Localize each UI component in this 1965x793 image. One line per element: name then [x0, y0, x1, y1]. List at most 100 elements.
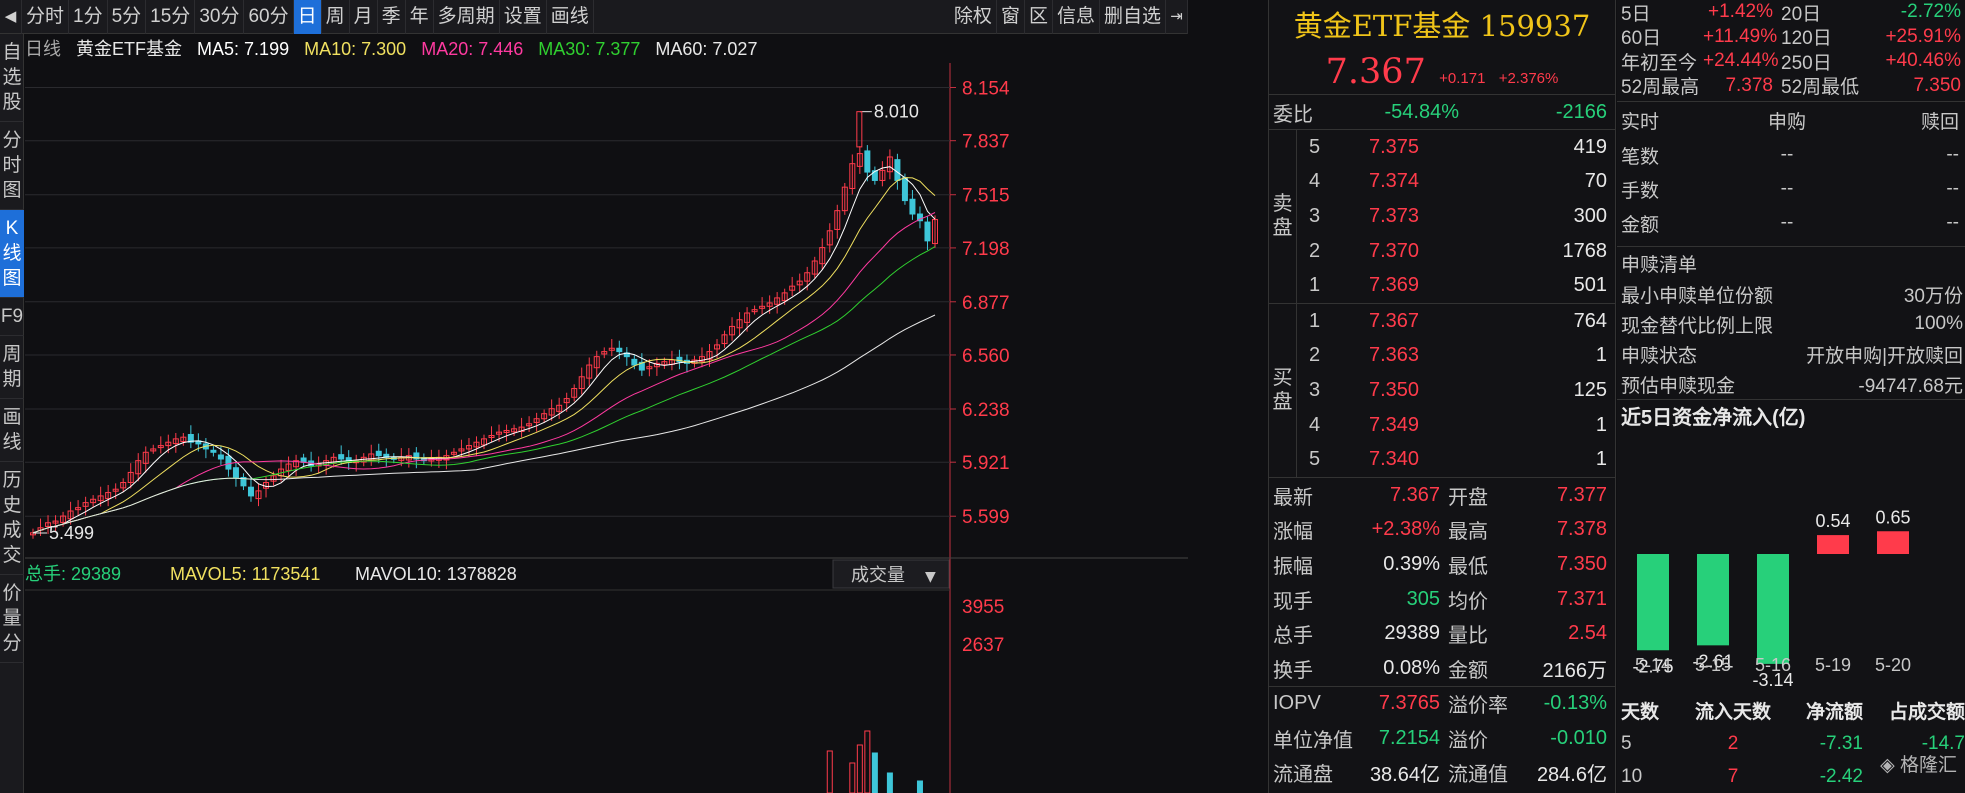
- sub-buy: --: [1780, 178, 1794, 199]
- flow-category: 5-15: [1695, 655, 1731, 675]
- sidenav-item-3[interactable]: F9: [0, 298, 24, 336]
- sidenav-item-0[interactable]: 自选股: [0, 34, 24, 122]
- ma30-label: MA30: 7.377: [538, 39, 641, 59]
- flow-in-days: 7: [1727, 765, 1739, 787]
- stat-key: 振幅: [1273, 555, 1313, 578]
- exit-icon[interactable]: ⇥: [1166, 0, 1188, 34]
- low-label: 5.499: [49, 523, 94, 543]
- period-tab-8[interactable]: 月: [350, 0, 378, 34]
- stat-key2: 开盘: [1448, 486, 1488, 509]
- period-tab-0[interactable]: 分时: [22, 0, 70, 34]
- sub-list-value: -94747.68元: [1858, 375, 1963, 397]
- book-row: 4 7.349 1: [1297, 408, 1615, 443]
- period-tab-6[interactable]: 日: [293, 0, 322, 34]
- toolbar-right-item-4[interactable]: 删自选: [1100, 0, 1166, 34]
- stat-value: 305: [1406, 587, 1440, 610]
- stats-section: 最新 7.367 开盘 7.377 涨幅 +2.38% 最高 7.378 振幅 0.39% 最低 7.…: [1269, 478, 1615, 687]
- period-tab-4[interactable]: 30分: [195, 0, 245, 34]
- book-price: 7.367: [1369, 309, 1420, 332]
- stat-key2: 均价: [1448, 590, 1488, 613]
- period-tab-2[interactable]: 5分: [108, 0, 147, 34]
- sidenav-item-1[interactable]: 分时图: [0, 122, 24, 210]
- toolbar-right-item-0[interactable]: 除权: [950, 0, 997, 34]
- subscription-header: 实时 申购 赎回: [1617, 102, 1965, 138]
- flow-table: 天数 流入天数 净流额 占成交额 5 2 -7.31 -14.7 10 7 -2.42: [1617, 694, 1965, 793]
- price-change: +0.171: [1439, 70, 1486, 87]
- volume-selector-label[interactable]: 成交量: [851, 565, 905, 585]
- stat-key2: 最低: [1448, 555, 1488, 578]
- flow-in-days: 2: [1727, 732, 1739, 754]
- candle-body: [631, 358, 638, 366]
- period-tab-13[interactable]: 画线: [547, 0, 594, 34]
- ma5-label: MA5: 7.199: [197, 39, 290, 59]
- sub-list-key: 申赎状态: [1621, 345, 1698, 367]
- y-tick-label: 8.154: [962, 78, 1010, 99]
- flow-bar-value: 0.65: [1875, 507, 1910, 527]
- book-level: 1: [1309, 274, 1321, 297]
- volume-y-tick: 2637: [962, 635, 1004, 656]
- period-tab-7[interactable]: 周: [322, 0, 350, 34]
- fund-info-panel: 5日 +1.42% 20日 -2.72% 60日 +11.49% 120日 +25.91% 年初…: [1617, 0, 1965, 793]
- high-candle: [856, 111, 863, 148]
- period-tab-5[interactable]: 60分: [244, 0, 294, 34]
- sidenav-item-2[interactable]: K线图: [0, 210, 24, 298]
- ma5-line: [32, 166, 936, 534]
- return-value: +24.44%: [1703, 50, 1779, 72]
- book-level: 4: [1309, 170, 1321, 193]
- sidenav-item-5[interactable]: 画线: [0, 399, 24, 462]
- period-tab-12[interactable]: 设置: [500, 0, 547, 34]
- period-tab-10[interactable]: 年: [406, 0, 434, 34]
- stat-key: 换手: [1273, 659, 1313, 682]
- ma20-line: [32, 212, 936, 534]
- toolbar-right-item-3[interactable]: 信息: [1053, 0, 1100, 34]
- flow-bar: [1757, 554, 1789, 664]
- stat-key: 总手: [1273, 625, 1313, 648]
- flow-header-cell: 占成交额: [1888, 702, 1965, 723]
- sell-label: 卖盘: [1272, 193, 1293, 240]
- sub-list-key: 预估申赎现金: [1621, 375, 1736, 397]
- book-volume: 125: [1573, 378, 1607, 401]
- book-price: 7.373: [1369, 204, 1420, 227]
- sub-header-2: 赎回: [1920, 111, 1959, 133]
- candlestick-chart[interactable]: 8.154 7.837 7.515 7.198 6.877 6.560 6.238 5.921…: [25, 63, 1188, 793]
- book-level: 3: [1309, 204, 1321, 227]
- period-tab-11[interactable]: 多周期: [434, 0, 500, 34]
- stat-value2: 7.378: [1556, 518, 1607, 541]
- sidenav-item-6[interactable]: 历史成交: [0, 462, 24, 575]
- period-tab-9[interactable]: 季: [378, 0, 406, 34]
- stats-row: 单位净值 7.2154 溢价 -0.010: [1269, 721, 1615, 756]
- flow-header-cell: 天数: [1621, 702, 1660, 723]
- book-volume: 1: [1595, 413, 1607, 436]
- kline-chart-area[interactable]: 日线 黄金ETF基金 MA5: 7.199 MA10: 7.300 MA20: …: [25, 35, 1188, 793]
- return-key2: 250日: [1781, 52, 1832, 74]
- stat-value2: -0.13%: [1543, 692, 1607, 715]
- sidenav-item-7[interactable]: 价量分: [0, 575, 24, 663]
- candle-body: [338, 454, 345, 460]
- return-key2: 120日: [1781, 28, 1832, 50]
- quote-price-row: 7.367 +0.171 +2.376%: [1269, 52, 1615, 94]
- subscription-row: 手数 -- --: [1617, 172, 1965, 206]
- returns-table: 5日 +1.42% 20日 -2.72% 60日 +11.49% 120日 +25.91% 年初…: [1617, 0, 1965, 102]
- period-tab-3[interactable]: 15分: [146, 0, 196, 34]
- stat-value2: 7.377: [1556, 483, 1607, 506]
- sell-side-label: 卖盘: [1269, 130, 1297, 303]
- candle-body: [901, 177, 908, 202]
- stat-key: 涨幅: [1273, 521, 1313, 544]
- candle-body: [247, 486, 254, 497]
- stat-key: IOPV: [1273, 692, 1321, 715]
- y-tick-label: 5.921: [962, 453, 1010, 474]
- toolbar-right-item-1[interactable]: 窗: [997, 0, 1025, 34]
- y-tick-label: 6.238: [962, 400, 1010, 421]
- back-icon[interactable]: ◀: [0, 0, 22, 34]
- candle-body: [924, 221, 931, 242]
- sub-key: 金额: [1621, 214, 1660, 236]
- toolbar-right-item-2[interactable]: 区: [1025, 0, 1053, 34]
- period-tab-1[interactable]: 1分: [69, 0, 108, 34]
- volume-selector-chevron-icon[interactable]: ▼: [925, 569, 936, 585]
- stats-row: 流通盘 38.64亿 流通值 284.6亿: [1269, 756, 1615, 791]
- sidenav-item-4[interactable]: 周期: [0, 336, 24, 399]
- volume-bar: [916, 780, 923, 793]
- y-tick-label: 5.599: [962, 507, 1010, 528]
- stats-row: IOPV 7.3765 溢价率 -0.13%: [1269, 687, 1615, 722]
- flow-bar: [1697, 554, 1729, 646]
